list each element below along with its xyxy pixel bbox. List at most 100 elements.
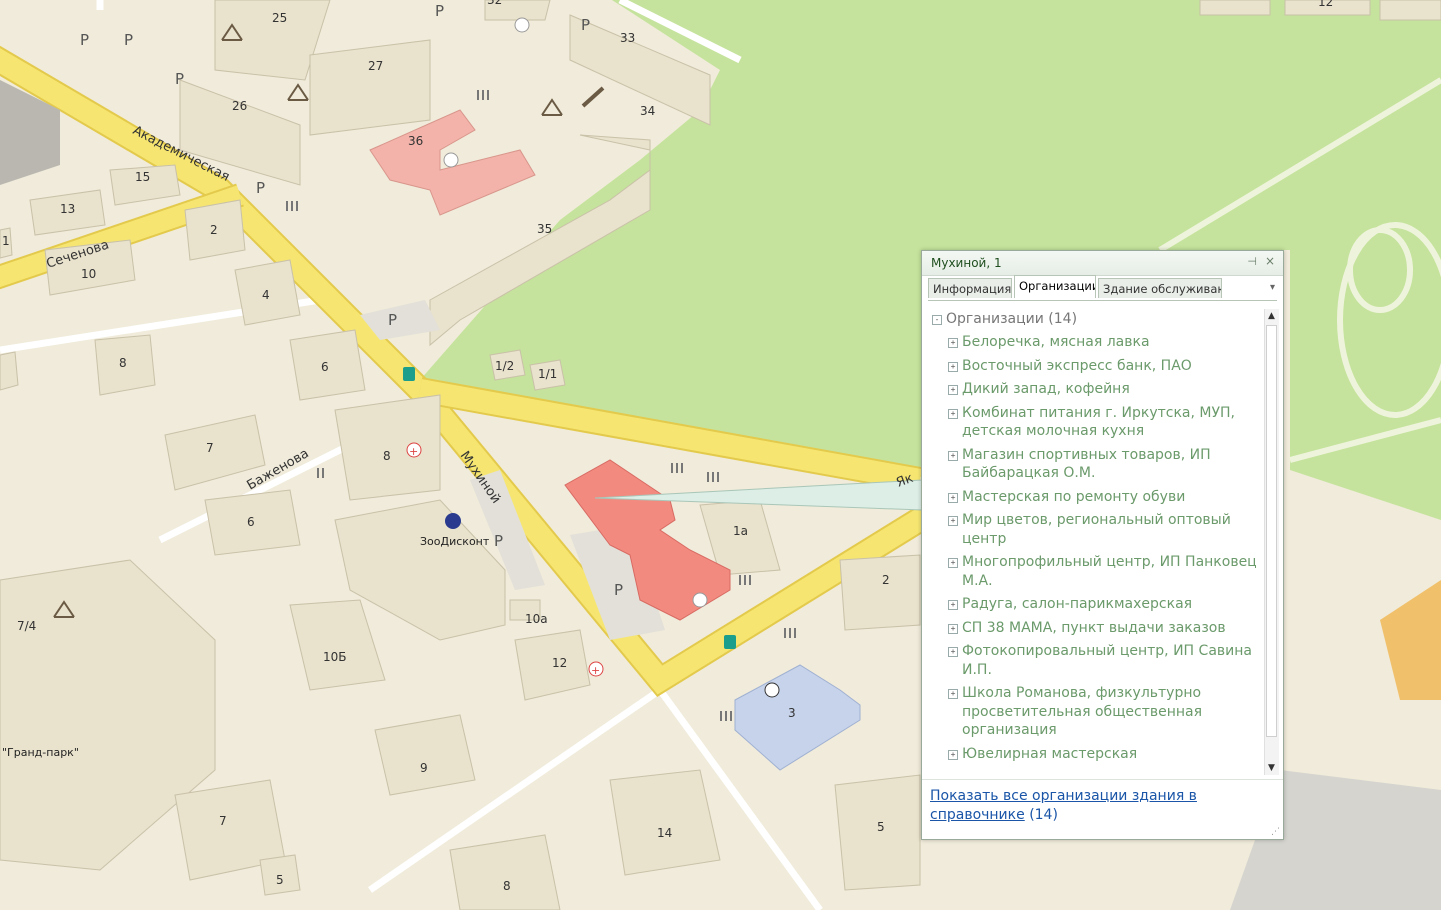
- svg-text:34: 34: [640, 104, 655, 118]
- poi-zoodiscont-label[interactable]: ЗооДисконт: [420, 535, 490, 548]
- scroll-thumb[interactable]: [1266, 325, 1277, 737]
- svg-text:8: 8: [119, 356, 127, 370]
- poi-grand-park-label[interactable]: "Гранд-парк": [2, 746, 79, 759]
- scroll-down-icon[interactable]: ▼: [1268, 763, 1275, 773]
- org-list-item[interactable]: + Дикий запад, кофейня: [928, 380, 1264, 399]
- org-list-item[interactable]: + Восточный экспресс банк, ПАО: [928, 357, 1264, 376]
- svg-text:8: 8: [383, 449, 391, 463]
- svg-text:P: P: [494, 532, 503, 550]
- school-icon[interactable]: [764, 682, 780, 698]
- svg-text:14: 14: [657, 826, 672, 840]
- tab-info[interactable]: Информация: [928, 278, 1012, 298]
- svg-text:2: 2: [882, 573, 890, 587]
- svg-text:P: P: [614, 581, 623, 599]
- expand-icon[interactable]: +: [948, 600, 958, 610]
- org-name: Комбинат питания г. Иркутска, МУП, детск…: [962, 404, 1235, 440]
- svg-text:P: P: [80, 31, 89, 49]
- org-list-item[interactable]: + Радуга, салон-парикмахерская: [928, 595, 1264, 614]
- org-list-item[interactable]: + Ювелирная мастерская: [928, 745, 1264, 764]
- svg-text:+: +: [409, 445, 418, 458]
- org-list-item[interactable]: + Многопрофильный центр, ИП Панковец М.А.: [928, 553, 1264, 590]
- expand-icon[interactable]: +: [948, 385, 958, 395]
- svg-text:1: 1: [2, 234, 10, 248]
- svg-text:26: 26: [232, 99, 247, 113]
- svg-text:1/2: 1/2: [495, 359, 514, 373]
- resize-handle-icon[interactable]: ⋰: [1271, 827, 1280, 837]
- svg-text:10а: 10а: [525, 612, 548, 626]
- expand-icon[interactable]: +: [948, 361, 958, 372]
- tab-building-services[interactable]: Здание обслуживают: [1098, 278, 1222, 298]
- nursery-icon[interactable]: [443, 152, 459, 168]
- org-list-item[interactable]: + Белоречка, мясная лавка: [928, 333, 1264, 352]
- expand-icon[interactable]: +: [948, 516, 958, 526]
- organizations-list[interactable]: - Организации (14) + Белоречка, мясная лав…: [928, 307, 1264, 777]
- org-list-item[interactable]: + Магазин спортивных товаров, ИП Байбарац…: [928, 446, 1264, 483]
- org-name: Белоречка, мясная лавка: [962, 334, 1150, 350]
- svg-text:+: +: [591, 664, 600, 677]
- expand-icon[interactable]: +: [948, 689, 958, 699]
- close-icon[interactable]: ×: [1265, 254, 1275, 268]
- zoo-icon[interactable]: [445, 513, 461, 529]
- scroll-up-icon[interactable]: ▲: [1268, 311, 1275, 321]
- show-all-organizations-link[interactable]: Показать все организации здания в справо…: [930, 788, 1197, 823]
- expand-icon[interactable]: +: [948, 338, 958, 348]
- svg-text:2: 2: [210, 223, 218, 237]
- building-info-card[interactable]: Мухиной, 1 ⊣ × Информация Организации Зд…: [921, 250, 1284, 840]
- org-list-item[interactable]: + СП 38 МАМА, пункт выдачи заказов: [928, 619, 1264, 638]
- tabs-more-icon[interactable]: ▾: [1270, 282, 1275, 293]
- organizations-group[interactable]: - Организации (14): [932, 311, 1264, 327]
- svg-text:8: 8: [503, 879, 511, 893]
- svg-text:15: 15: [135, 170, 150, 184]
- svg-text:1а: 1а: [733, 524, 748, 538]
- organizations-group-label: Организации (14): [946, 311, 1078, 327]
- expand-icon[interactable]: +: [948, 408, 958, 419]
- expand-icon[interactable]: +: [948, 558, 958, 568]
- org-list-item[interactable]: + Школа Романова, физкультурно просветите…: [928, 684, 1264, 740]
- org-name: Мастерская по ремонту обуви: [962, 488, 1186, 505]
- card-header: Мухиной, 1 ⊣ ×: [922, 251, 1283, 276]
- list-scrollbar[interactable]: ▲ ▼: [1264, 309, 1279, 775]
- svg-text:9: 9: [420, 761, 428, 775]
- expand-icon[interactable]: +: [948, 450, 958, 461]
- svg-text:5: 5: [276, 873, 284, 887]
- organizations-count: (14): [1029, 807, 1058, 823]
- park-area-right: [1290, 210, 1441, 520]
- svg-text:1/1: 1/1: [538, 367, 557, 381]
- svg-text:P: P: [435, 2, 444, 20]
- tab-organizations[interactable]: Организации: [1014, 275, 1096, 298]
- shop-icon[interactable]: [514, 17, 530, 33]
- svg-text:36: 36: [408, 134, 423, 148]
- svg-text:P: P: [388, 311, 397, 329]
- svg-text:12: 12: [1318, 0, 1333, 9]
- collapse-icon[interactable]: -: [932, 315, 942, 325]
- org-name: Радуга, салон-парикмахерская: [962, 596, 1193, 612]
- expand-icon[interactable]: +: [948, 492, 958, 503]
- expand-icon[interactable]: +: [948, 647, 958, 657]
- org-name: Многопрофильный центр, ИП Панковец М.А.: [962, 554, 1257, 589]
- svg-text:32: 32: [487, 0, 502, 7]
- org-name: Магазин спортивных товаров, ИП Байбарацк…: [962, 446, 1211, 482]
- svg-text:10Б: 10Б: [323, 650, 347, 664]
- building-icon[interactable]: [692, 592, 708, 608]
- svg-text:5: 5: [877, 820, 885, 834]
- school-building: [734, 664, 861, 771]
- org-list-item[interactable]: + Мастерская по ремонту обуви: [928, 488, 1264, 507]
- svg-text:P: P: [581, 16, 590, 34]
- org-name: СП 38 МАМА, пункт выдачи заказов: [962, 619, 1226, 636]
- org-list-item[interactable]: + Комбинат питания г. Иркутска, МУП, детс…: [928, 404, 1264, 441]
- svg-text:6: 6: [321, 360, 329, 374]
- org-list-item[interactable]: + Фотокопировальный центр, ИП Савина И.П.: [928, 642, 1264, 679]
- svg-text:25: 25: [272, 11, 287, 25]
- org-name: Фотокопировальный центр, ИП Савина И.П.: [962, 643, 1252, 678]
- svg-text:4: 4: [262, 288, 270, 302]
- org-list-item[interactable]: + Мир цветов, региональный оптовый центр: [928, 511, 1264, 548]
- svg-text:P: P: [256, 179, 265, 197]
- svg-text:27: 27: [368, 59, 383, 73]
- pin-icon[interactable]: ⊣: [1247, 255, 1257, 268]
- expand-icon[interactable]: +: [948, 623, 958, 634]
- org-name: Восточный экспресс банк, ПАО: [962, 357, 1192, 374]
- expand-icon[interactable]: +: [948, 749, 958, 760]
- svg-text:6: 6: [247, 515, 255, 529]
- orange-area: [1380, 580, 1441, 700]
- svg-text:33: 33: [620, 31, 635, 45]
